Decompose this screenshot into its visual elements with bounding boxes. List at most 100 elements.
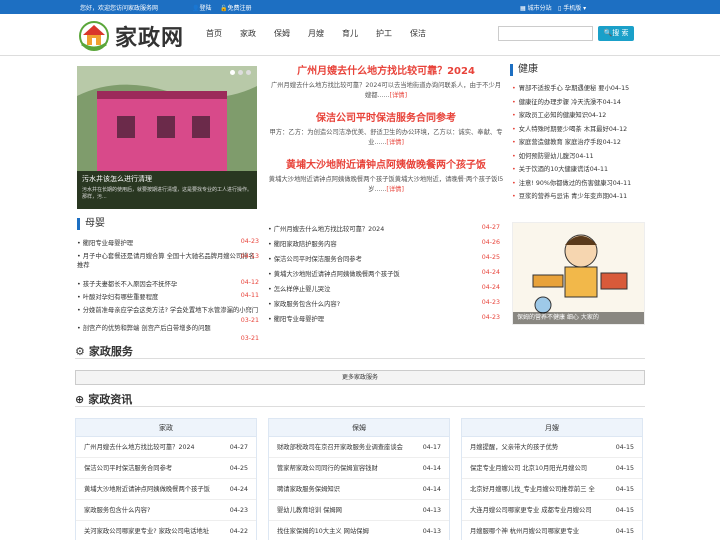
welcome-text: 您好，欢迎您访问家政服务网	[80, 5, 159, 12]
nav-home[interactable]: 首页	[206, 28, 222, 39]
list-item[interactable]: • 健康征的办理步骤 冷天洗澡不04-14	[512, 97, 645, 111]
baby-list: • 衢阳专业母婴护理 04-23 • 月子中心套餐还是请月嫂合算 全国十大驰名品牌…	[77, 238, 259, 342]
city-link[interactable]: ▦ 城市分站	[520, 3, 552, 12]
list-item[interactable]: • 分娩前准母亲应学会这类方法? 学会处置地下水管渗漏的小窍门 03-21	[77, 306, 259, 324]
list-item[interactable]: • 剖宫产的优势和弊端 剖宫产后白带增多的问题 03-21	[77, 324, 259, 342]
top-bar: 您好，欢迎您访问家政服务网 👤登陆 🔓免费注册 ▦ 城市分站 ▯ 手机版 ▾	[0, 0, 720, 14]
register-link[interactable]: 🔓免费注册	[220, 3, 252, 12]
table-row[interactable]: 财政部税政司在京召开家政服务业调查座谈会 04-17	[269, 437, 449, 458]
slider-title[interactable]: 污水井该怎么进行清理	[82, 174, 252, 184]
table-row[interactable]: 婴幼儿教育培训 保姆网 04-13	[269, 500, 449, 521]
list-item[interactable]: • 豆浆的营养与忌讳 青少年变声期04-11	[512, 191, 645, 205]
list-item[interactable]: • 胃部不适按手心 孕期遇便秘 要小04-15	[512, 83, 645, 97]
more-service-button[interactable]: 更多家政服务	[75, 370, 645, 385]
info-title: ⊕ 家政资讯	[75, 393, 133, 406]
detail-link[interactable]: [详情]	[386, 186, 404, 193]
table-row[interactable]: 北京好月嫂哪儿找_专业月嫂公司推荐前三 全 04-15	[462, 479, 642, 500]
headline-desc: 黄埔大沙地附近请钟点阿姨做晚餐两个孩子饭黄埔大沙地附近，请晚餐·两个孩子饭l5岁…	[268, 176, 504, 193]
table-row[interactable]: 保定专业月嫂公司 北京10月阳光月嫂公司 04-15	[462, 458, 642, 479]
slider-dot[interactable]	[246, 70, 251, 75]
news-list: • 广州月嫂去什么地方找比较可靠？2024 04-27 • 衢阳家政陪护服务内容 0…	[268, 224, 500, 329]
list-item[interactable]: • 女人特殊时期要少喝茶 木耳最好04-12	[512, 124, 645, 138]
table-row[interactable]: 月嫂服哪个神 杭州月嫂公司哪家更专业 04-15	[462, 521, 642, 540]
gear-icon: ⚙	[75, 345, 85, 358]
main-nav: 首页 家政 保姆 月嫂 育儿 护工 保洁	[206, 28, 444, 39]
list-item[interactable]: • 注意! 90%你都做过的伤害健康习04-11	[512, 178, 645, 192]
column-header[interactable]: 家政	[76, 419, 256, 437]
headline-title[interactable]: 保洁公司平时保洁服务合同参考	[268, 109, 504, 124]
table-row[interactable]: 聘请家政服务保姆知识 04-14	[269, 479, 449, 500]
cartoon-banner[interactable]: 保姆的营养不健康 细心 大家的	[512, 222, 645, 325]
house-logo-icon	[79, 21, 109, 51]
info-column-maternity: 月嫂 月嫂提醒，父亲带大的孩子优势 04-15 保定专业月嫂公司 北京10月阳光月…	[461, 418, 643, 540]
table-row[interactable]: 保洁公司平时保洁服务合同参考 04-25	[76, 458, 256, 479]
health-list: • 胃部不适按手心 孕期遇便秘 要小04-15 • 健康征的办理步骤 冷天洗澡不04…	[512, 83, 645, 205]
service-title: ⚙ 家政服务	[75, 345, 133, 358]
detail-link[interactable]: [详情]	[390, 92, 408, 99]
table-row[interactable]: 广州月嫂去什么地方找比较可靠？2024 04-27	[76, 437, 256, 458]
nav-cleaning[interactable]: 保洁	[410, 28, 426, 39]
list-item[interactable]: • 衢阳家政陪护服务内容 04-26	[268, 239, 500, 254]
site-logo[interactable]: 家政网	[77, 18, 193, 52]
headline-item: 保洁公司平时保洁服务合同参考 甲方：乙方：为创造公司洁净优美、舒适卫生的办公环境…	[268, 109, 504, 148]
slider-dot[interactable]	[230, 70, 235, 75]
table-row[interactable]: 月嫂提醒，父亲带大的孩子优势 04-15	[462, 437, 642, 458]
search-icon: 🔍	[603, 29, 613, 37]
slider-dot[interactable]	[238, 70, 243, 75]
info-column-housekeeping: 家政 广州月嫂去什么地方找比较可靠？2024 04-27 保洁公司平时保洁服务合同…	[75, 418, 257, 540]
headlines: 广州月嫂去什么地方找比较可靠？2024 广州月嫂去什么地方找比较可靠？2024可…	[268, 62, 504, 199]
list-item[interactable]: • 衢阳专业母婴护理 04-23	[77, 238, 259, 252]
table-row[interactable]: 管家帮家政公司同行的保姆宣容钱财 04-14	[269, 458, 449, 479]
list-item[interactable]: • 关于饮酒的10大健康谎话04-11	[512, 164, 645, 178]
list-item[interactable]: • 孩子夫妻都长不入原因会不抚怀孕 04-12	[77, 279, 259, 293]
search-input[interactable]	[498, 26, 593, 41]
headline-item: 黄埔大沙地附近请钟点阿姨做晚餐两个孩子饭 黄埔大沙地附近请钟点阿姨做晚餐两个孩子…	[268, 156, 504, 195]
headline-desc: 广州月嫂去什么地方找比较可靠？2024可以去当地街道办询问联系人，由于不少月嫂都…	[270, 82, 502, 99]
nav-childcare[interactable]: 育儿	[342, 28, 358, 39]
table-row[interactable]: 家政服务包含什么内容? 04-23	[76, 500, 256, 521]
list-item[interactable]: • 家庭营造健教育 家庭治疗手段04-12	[512, 137, 645, 151]
logo-text: 家政网	[115, 25, 185, 51]
headline-title[interactable]: 广州月嫂去什么地方找比较可靠？2024	[268, 62, 504, 77]
column-header[interactable]: 保姆	[269, 419, 449, 437]
list-item[interactable]: • 家政服务包含什么内容? 04-23	[268, 299, 500, 314]
list-item[interactable]: • 衢阳专业母婴护理 04-23	[268, 314, 500, 329]
list-item[interactable]: • 保洁公司平时保洁服务合同参考 04-25	[268, 254, 500, 269]
nav-housekeeping[interactable]: 家政	[240, 28, 256, 39]
headline-desc: 甲方：乙方：为创造公司洁净优美、舒适卫生的办公环境，乙方以：诚实、奉献、专业..…	[269, 129, 503, 146]
list-item[interactable]: • 黄埔大沙地附近请钟点阿姨做晚餐两个孩子饭 04-24	[268, 269, 500, 284]
phone-icon: ▯	[558, 5, 562, 12]
cartoon-caption: 保姆的营养不健康 细心 大家的	[513, 312, 644, 324]
table-row[interactable]: 黄埔大沙地附近请钟点阿姨做晚餐两个孩子饭 04-24	[76, 479, 256, 500]
column-header[interactable]: 月嫂	[462, 419, 642, 437]
slider-desc: 污水井在长期的使用后，就要按期进行清理，这是要找专业的工人进行操作。那样，污..…	[82, 187, 253, 200]
info-column-nanny: 保姆 财政部税政司在京召开家政服务业调查座谈会 04-17 管家帮家政公司同行的保…	[268, 418, 450, 540]
nav-maternity[interactable]: 月嫂	[308, 28, 324, 39]
search-button[interactable]: 🔍搜 索	[598, 26, 634, 41]
table-row[interactable]: 大连月嫂公司哪家更专业 成都专业月嫂公司 04-15	[462, 500, 642, 521]
cartoon-image	[513, 223, 644, 324]
download-icon: ⊕	[75, 393, 85, 406]
list-item[interactable]: • 家政员工必知的健康知识04-12	[512, 110, 645, 124]
headline-item: 广州月嫂去什么地方找比较可靠？2024 广州月嫂去什么地方找比较可靠？2024可…	[268, 62, 504, 101]
detail-link[interactable]: [详情]	[386, 139, 404, 146]
list-item[interactable]: • 如何预防婴幼儿腹泻04-11	[512, 151, 645, 165]
nav-nanny[interactable]: 保姆	[274, 28, 290, 39]
table-row[interactable]: 关河家政公司哪家更专业? 家政公司电话地址 04-22	[76, 521, 256, 540]
health-title: 健康	[510, 64, 538, 76]
list-item[interactable]: • 叶酸对孕妇有哪些重要程度 04-11	[77, 292, 259, 306]
mobile-link[interactable]: ▯ 手机版 ▾	[558, 3, 586, 12]
image-slider[interactable]: 污水井该怎么进行清理 污水井在长期的使用后，就要按期进行清理，这是要找专业的工人…	[77, 66, 257, 209]
nav-carer[interactable]: 护工	[376, 28, 392, 39]
grid-icon: ▦	[520, 5, 526, 12]
divider	[75, 406, 645, 407]
divider	[75, 358, 645, 359]
list-item[interactable]: • 月子中心套餐还是请月嫂合算 全国十大驰名品牌月嫂公司排名推荐 04-13	[77, 252, 259, 279]
list-item[interactable]: • 怎么样停止婴儿哭泣 04-24	[268, 284, 500, 299]
list-item[interactable]: • 广州月嫂去什么地方找比较可靠？2024 04-27	[268, 224, 500, 239]
headline-title[interactable]: 黄埔大沙地附近请钟点阿姨做晚餐两个孩子饭	[268, 156, 504, 171]
slider-dots	[227, 70, 251, 75]
baby-title: 母婴	[77, 218, 105, 230]
table-row[interactable]: 找住家保姆的10大主义 网站保姆 04-13	[269, 521, 449, 540]
login-link[interactable]: 👤登陆	[192, 3, 212, 12]
